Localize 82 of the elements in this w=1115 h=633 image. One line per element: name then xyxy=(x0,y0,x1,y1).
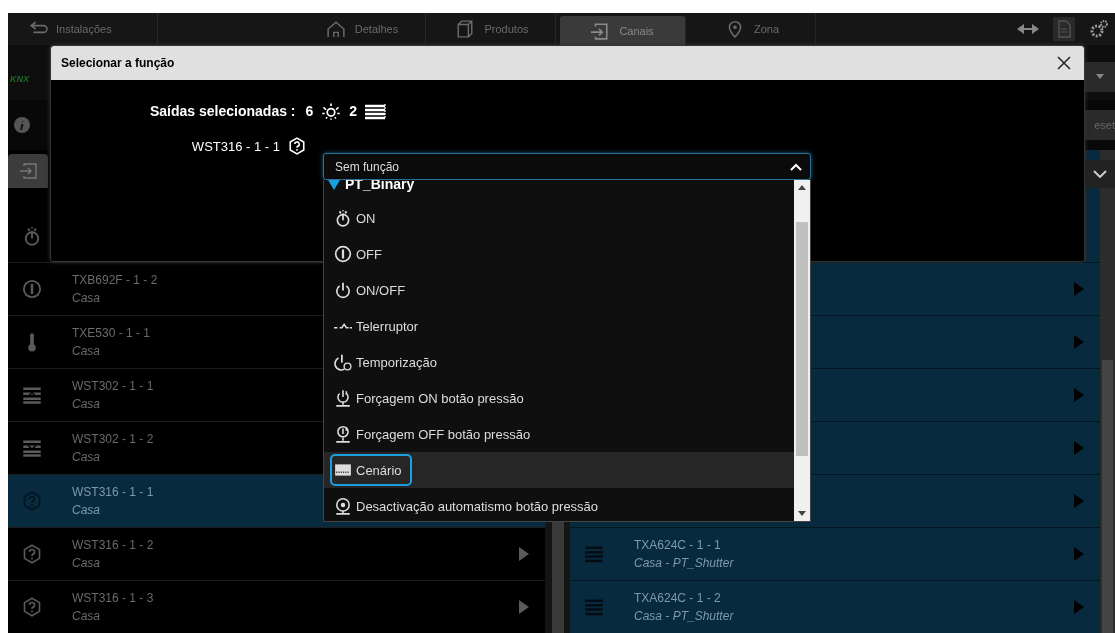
channel-row[interactable]: WST316 - 1 - 2 Casa xyxy=(8,528,545,581)
light-bulb-icon xyxy=(321,101,342,121)
scroll-down-icon xyxy=(798,511,806,516)
shutter-icon xyxy=(584,544,604,564)
selected-outputs-label: Saídas selecionadas : xyxy=(150,103,296,119)
dropdown-option[interactable]: ON/OFF xyxy=(330,274,416,306)
channel-location: Casa xyxy=(72,450,101,464)
channel-location: Casa - PT_Shutter xyxy=(634,556,734,570)
double-arrow-icon[interactable] xyxy=(1017,24,1039,34)
channel-name: TXA624C - 1 - 2 xyxy=(634,591,722,605)
play-arrow-icon xyxy=(519,547,529,561)
play-arrow-icon xyxy=(519,600,529,614)
channel-location: Casa xyxy=(72,609,101,623)
scene-icon xyxy=(334,461,352,479)
automation-off-icon xyxy=(334,497,352,515)
off-button-icon xyxy=(334,245,352,263)
question-hexagon-icon xyxy=(22,491,42,511)
play-arrow-icon xyxy=(1074,547,1084,561)
settings-icon[interactable] xyxy=(1089,19,1109,39)
off-button-icon xyxy=(22,279,42,299)
caret-icon xyxy=(1096,74,1104,79)
scrollbar[interactable] xyxy=(1100,150,1115,633)
close-icon xyxy=(1056,55,1072,71)
forced-off-icon xyxy=(334,425,352,443)
swap-arrow-icon xyxy=(19,162,37,180)
power-button-icon xyxy=(22,226,42,246)
shutter-count: 2 xyxy=(349,103,358,119)
channel-arrow-icon xyxy=(591,21,610,40)
question-hexagon-icon xyxy=(22,544,42,564)
channel-location: Casa xyxy=(72,344,101,358)
house-icon xyxy=(326,20,345,38)
knx-logo: KNX xyxy=(10,73,29,84)
channel-location: Casa - PT_Shutter xyxy=(634,609,734,623)
dropdown-button[interactable] xyxy=(1085,61,1115,92)
channel-name: TXB692F - 1 - 2 xyxy=(72,273,158,287)
channel-name: WST316 - 1 - 1 xyxy=(72,485,154,499)
dropdown-option[interactable]: ON xyxy=(330,202,386,234)
shutter-stack-icon xyxy=(365,102,388,120)
play-arrow-icon xyxy=(1074,600,1084,614)
help-hexagon-icon xyxy=(288,137,306,155)
play-arrow-icon xyxy=(1074,441,1084,455)
chevron-icon xyxy=(790,162,802,171)
scrollbar[interactable] xyxy=(794,180,810,521)
forced-on-icon xyxy=(334,389,352,407)
dialog-title: Selecionar a função xyxy=(61,56,175,70)
play-arrow-icon xyxy=(1074,282,1084,296)
box-icon xyxy=(456,20,475,38)
shutter-up-icon xyxy=(22,385,42,405)
play-arrow-icon xyxy=(1074,388,1084,402)
play-arrow-icon xyxy=(1074,335,1084,349)
channel-location: Casa xyxy=(72,291,101,305)
channel-name: TXA624C - 1 - 1 xyxy=(634,538,722,552)
channel-location: Casa xyxy=(72,503,101,517)
channel-name: WST302 - 1 - 1 xyxy=(72,379,154,393)
function-select[interactable]: Sem função xyxy=(323,153,811,180)
play-arrow-icon xyxy=(1074,494,1084,508)
nav-tab[interactable]: Canais xyxy=(560,16,686,45)
channel-name: WST302 - 1 - 2 xyxy=(72,432,154,446)
power-button-icon xyxy=(334,209,352,227)
channel-location: Casa xyxy=(72,556,101,570)
scroll-up-icon xyxy=(798,185,806,190)
timer-icon xyxy=(334,353,352,371)
channel-location: Casa xyxy=(72,397,101,411)
document-icon[interactable] xyxy=(1053,17,1075,41)
channel-name: WST316 - 1 - 2 xyxy=(72,538,154,552)
dropdown-option[interactable]: Cenário xyxy=(330,454,412,486)
channel-name: WST316 - 1 - 3 xyxy=(72,591,154,605)
light-count: 6 xyxy=(305,103,314,119)
collapse-button[interactable] xyxy=(1085,160,1115,188)
switch-tab-button[interactable] xyxy=(8,154,48,188)
channel-name: TXE530 - 1 - 1 xyxy=(72,326,151,340)
chevron-icon xyxy=(1093,170,1107,178)
power-icon xyxy=(334,281,352,299)
expanded-triangle-icon xyxy=(328,180,340,190)
shutter-down-icon xyxy=(22,438,42,458)
channel-row[interactable]: TXA624C - 1 - 1 Casa - PT_Shutter xyxy=(570,528,1100,581)
switch-icon xyxy=(334,323,352,329)
info-icon xyxy=(14,117,30,133)
question-hexagon-icon xyxy=(22,597,42,617)
shutter-icon xyxy=(584,597,604,617)
dropdown-option[interactable]: Forçagem ON botão pressão xyxy=(330,382,534,414)
channel-label: WST316 - 1 - 1 xyxy=(190,138,280,154)
